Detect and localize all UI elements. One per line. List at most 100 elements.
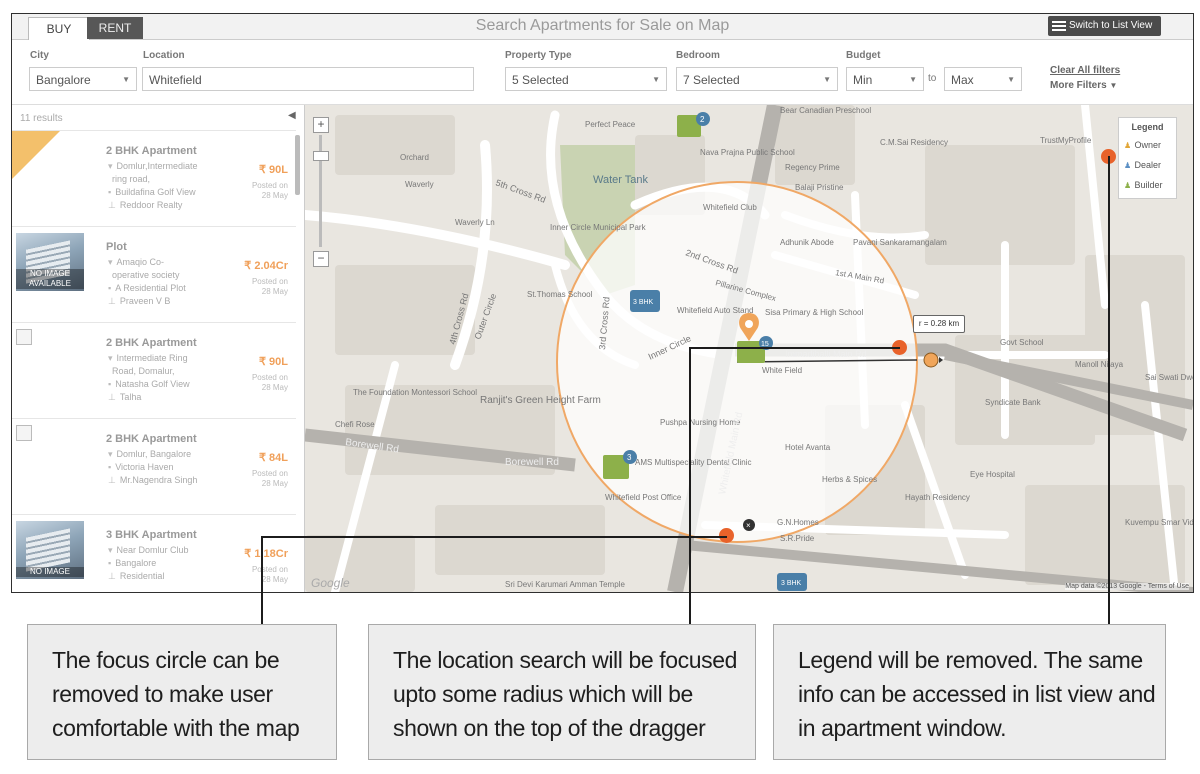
- zoom-slider-handle[interactable]: [313, 151, 329, 161]
- listing-detail-text: Buildafina Golf View: [115, 187, 196, 197]
- place-label: Pushpa Nursing Home: [660, 418, 741, 427]
- switch-button-label: Switch to List View: [1069, 20, 1153, 31]
- place-label: Regency Prime: [785, 163, 840, 172]
- place-label: Water Tank: [593, 174, 649, 186]
- location-input[interactable]: Whitefield: [142, 67, 474, 91]
- top-bar: BUY RENT Search Apartments for Sale on M…: [12, 14, 1193, 40]
- featured-ribbon: [12, 131, 60, 179]
- place-label: Govt School: [1000, 338, 1044, 347]
- listing-detail: ▪ Natasha Golf View: [108, 379, 190, 389]
- map-legend: Legend ♟ Owner ♟ Dealer ♟ Builder: [1118, 117, 1177, 199]
- posted-text: Posted on: [251, 469, 288, 478]
- posted-text: 28 May: [261, 191, 288, 200]
- listing-detail: ▾ Amaqio Co-: [108, 257, 164, 268]
- zoom-control[interactable]: + −: [313, 117, 329, 267]
- place-label: S.R.Pride: [780, 534, 815, 543]
- budget-max-select[interactable]: Max ▼: [944, 67, 1022, 91]
- city-select[interactable]: Bangalore ▼: [29, 67, 137, 91]
- list-icon: [1052, 21, 1066, 31]
- budget-min-select[interactable]: Min ▼: [846, 67, 924, 91]
- place-label: Eye Hospital: [970, 470, 1015, 479]
- listing-detail: ring road,: [108, 174, 150, 184]
- listing-title[interactable]: 3 BHK Apartment: [106, 529, 197, 541]
- listing-detail-text: Domlur, Bangalore: [116, 449, 192, 459]
- collapse-panel-icon[interactable]: ◀: [288, 110, 296, 121]
- switch-to-list-view-button[interactable]: Switch to List View: [1048, 16, 1161, 36]
- building-icon: ▪: [108, 379, 112, 389]
- place-label: Orchard: [400, 153, 429, 162]
- callout-legend: Legend will be removed. The same info ca…: [773, 624, 1166, 760]
- listing-detail-text: Praveen V B: [119, 296, 171, 306]
- list-item[interactable]: NO IMAGE 3 BHK Apartment ▾ Near Domlur Club…: [12, 514, 296, 592]
- list-item[interactable]: 2 BHK Apartment ▾ Domlur,Intermediate ring…: [12, 130, 296, 225]
- listing-detail: Road, Domalur,: [108, 366, 175, 376]
- listing-detail-text: Natasha Golf View: [115, 379, 190, 389]
- person-icon: ⊥: [108, 392, 116, 402]
- list-item[interactable]: 2 BHK Apartment ▾ Domlur, Bangalore ▪ Victor…: [12, 418, 296, 513]
- posted-text: Posted on: [251, 277, 288, 286]
- listing-detail-text: Residential: [119, 571, 165, 581]
- connector-line: [689, 347, 900, 349]
- svg-text:3: 3: [627, 453, 632, 462]
- chevron-down-icon: ▼: [823, 75, 831, 84]
- place-label: Bear Canadian Preschool: [780, 106, 871, 115]
- zoom-out-button[interactable]: −: [313, 251, 329, 267]
- callout-focus-circle: The focus circle can be removed to make …: [27, 624, 337, 760]
- map-attribution[interactable]: Map data ©2013 Google - Terms of Use: [1065, 583, 1189, 590]
- person-icon: ⊥: [108, 296, 116, 306]
- property-cluster-marker: 3 BHK: [630, 290, 660, 312]
- listing-detail-text: Bangalore: [115, 558, 157, 568]
- listing-price: ₹ 90L: [258, 164, 288, 176]
- listing-detail: ⊥ Praveen V B: [108, 296, 170, 307]
- filter-bar: City Bangalore ▼ Location Whitefield Pro…: [12, 40, 1193, 105]
- bedroom-select[interactable]: 7 Selected ▼: [676, 67, 838, 91]
- legend-label: Owner: [1134, 140, 1162, 150]
- listing-detail-text: Near Domlur Club: [116, 545, 189, 555]
- place-label: Sai Swati Dwelling: [1145, 373, 1193, 382]
- connector-line: [261, 536, 727, 538]
- listing-title[interactable]: Plot: [106, 241, 127, 253]
- listing-detail-text: Reddoor Realty: [119, 200, 183, 210]
- place-label: Ranjit's Green Height Farm: [480, 395, 601, 406]
- listing-detail-text: Victoria Haven: [115, 462, 174, 472]
- place-label: Hayath Residency: [905, 493, 970, 502]
- list-item[interactable]: NO IMAGE AVAILABLE Plot ▾ Amaqio Co- operat…: [12, 226, 296, 321]
- place-label: G.N.Homes: [777, 518, 819, 527]
- clear-all-filters-link[interactable]: Clear All filters: [1050, 65, 1120, 76]
- listing-detail-text: A Residential Plot: [115, 283, 186, 293]
- posted-text: Posted on: [251, 373, 288, 382]
- place-label: Whitefield Auto Stand: [677, 306, 754, 315]
- results-count: 11 results: [20, 113, 63, 124]
- place-label: Inner Circle Municipal Park: [550, 223, 647, 232]
- listing-detail: ⊥ Mr.Nagendra Singh: [108, 475, 197, 486]
- building-icon: ▪: [108, 283, 112, 293]
- bedroom-label: Bedroom: [676, 50, 720, 61]
- listing-title[interactable]: 2 BHK Apartment: [106, 337, 197, 349]
- building-image: [26, 528, 70, 572]
- listing-detail-text: Road, Domalur,: [112, 366, 175, 376]
- posted-date: Posted on 28 May: [252, 181, 288, 201]
- posted-date: Posted on 28 May: [252, 373, 288, 393]
- list-item[interactable]: 2 BHK Apartment ▾ Intermediate Ring Road, …: [12, 322, 296, 417]
- no-image-label: NO IMAGE: [16, 567, 84, 577]
- budget-min-value: Min: [853, 73, 873, 87]
- person-icon: ⊥: [108, 200, 116, 210]
- location-label: Location: [143, 50, 185, 61]
- more-filters-label: More Filters: [1050, 80, 1107, 91]
- place-label: Pavani Sankaramangalam: [853, 238, 947, 247]
- place-label: Perfect Peace: [585, 120, 636, 129]
- callout-location-radius: The location search will be focused upto…: [368, 624, 756, 760]
- legend-label: Builder: [1134, 180, 1163, 190]
- posted-date: Posted on 28 May: [252, 565, 288, 585]
- listing-title[interactable]: 2 BHK Apartment: [106, 433, 197, 445]
- more-filters-link[interactable]: More Filters ▼: [1050, 80, 1117, 91]
- listing-detail-text: Talha: [119, 392, 142, 402]
- property-type-select[interactable]: 5 Selected ▼: [505, 67, 667, 91]
- svg-text:3 BHK: 3 BHK: [781, 580, 802, 587]
- listing-title[interactable]: 2 BHK Apartment: [106, 145, 197, 157]
- broken-image-icon: [16, 425, 32, 441]
- zoom-in-button[interactable]: +: [313, 117, 329, 133]
- building-icon: ▪: [108, 462, 112, 472]
- svg-text:×: ×: [746, 521, 751, 530]
- legend-label: Dealer: [1134, 160, 1162, 170]
